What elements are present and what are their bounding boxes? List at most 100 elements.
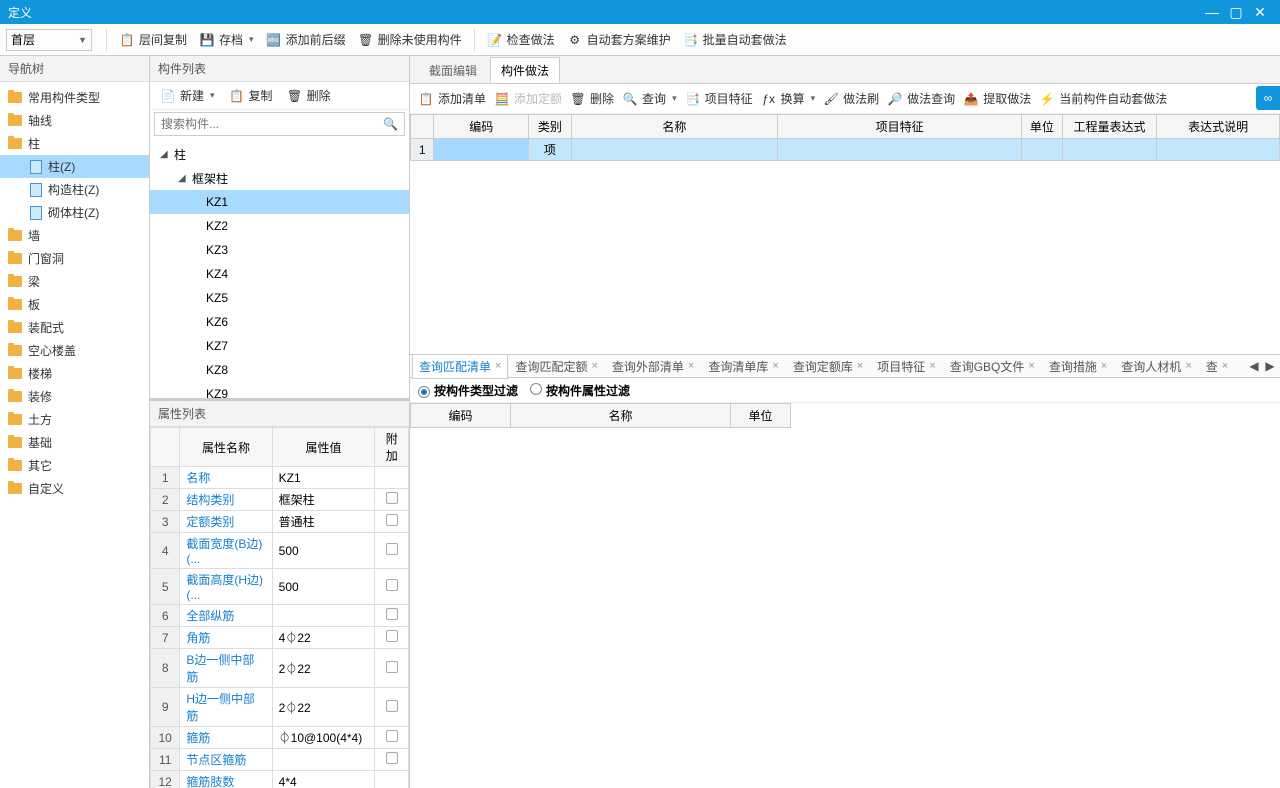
- delete-button[interactable]: 🗑删除: [281, 84, 337, 108]
- nav-item[interactable]: 柱: [0, 132, 149, 155]
- checkbox[interactable]: [386, 579, 398, 591]
- bottom-tab[interactable]: 查询匹配清单×: [412, 354, 508, 379]
- close-icon[interactable]: ×: [929, 360, 935, 372]
- cell-category[interactable]: 项: [529, 139, 571, 161]
- property-row[interactable]: 5截面高度(H边)(...500: [151, 569, 409, 605]
- close-icon[interactable]: ×: [1185, 360, 1191, 372]
- filter-by-prop[interactable]: 按构件属性过滤: [530, 382, 630, 399]
- batch-auto-button[interactable]: 📑批量自动套做法: [677, 28, 793, 52]
- nav-item[interactable]: 楼梯: [0, 362, 149, 385]
- bottom-tab[interactable]: 项目特征×: [870, 354, 942, 379]
- nav-subitem[interactable]: 构造柱(Z): [0, 178, 149, 201]
- property-row[interactable]: 12箍筋肢数4*4: [151, 771, 409, 788]
- property-row[interactable]: 8B边一侧中部筋2⏀22: [151, 649, 409, 688]
- toolbar-btn-5[interactable]: ƒx换算▾: [757, 87, 820, 111]
- property-row[interactable]: 2结构类别框架柱: [151, 489, 409, 511]
- scroll-right[interactable]: ▶: [1262, 359, 1278, 373]
- component-item[interactable]: KZ5: [150, 286, 409, 310]
- delete-unused-button[interactable]: 🗑删除未使用构件: [352, 28, 468, 52]
- cell-name[interactable]: [571, 139, 778, 161]
- properties-table[interactable]: 属性名称属性值附加1名称KZ12结构类别框架柱3定额类别普通柱4截面宽度(B边)…: [150, 427, 409, 788]
- cell-expr[interactable]: [1062, 139, 1157, 161]
- nav-item[interactable]: 梁: [0, 270, 149, 293]
- method-grid[interactable]: 编码类别名称项目特征单位工程量表达式表达式说明 1 项: [410, 114, 1280, 161]
- copy-between-floors-button[interactable]: 📋层间复制: [113, 28, 193, 52]
- cell-unit[interactable]: [1022, 139, 1063, 161]
- toolbar-btn-6[interactable]: 🖌做法刷: [819, 87, 883, 111]
- nav-item[interactable]: 轴线: [0, 109, 149, 132]
- component-item[interactable]: KZ3: [150, 238, 409, 262]
- tab-section-edit[interactable]: 截面编辑: [418, 57, 488, 83]
- close-icon[interactable]: ×: [857, 360, 863, 372]
- nav-item[interactable]: 常用构件类型: [0, 86, 149, 109]
- close-icon[interactable]: ×: [1028, 360, 1034, 372]
- component-item[interactable]: KZ1: [150, 190, 409, 214]
- component-item[interactable]: KZ9: [150, 382, 409, 398]
- close-button[interactable]: ✕: [1248, 4, 1272, 21]
- bottom-tab[interactable]: 查询GBQ文件×: [943, 354, 1042, 379]
- toolbar-btn-0[interactable]: 📋添加清单: [414, 87, 490, 111]
- bottom-tab[interactable]: 查询人材机×: [1114, 354, 1198, 379]
- checkbox[interactable]: [386, 608, 398, 620]
- toolbar-btn-4[interactable]: 📑项目特征: [681, 87, 757, 111]
- close-icon[interactable]: ×: [1101, 360, 1107, 372]
- bottom-tab[interactable]: 查询外部清单×: [605, 354, 701, 379]
- checkbox[interactable]: [386, 543, 398, 555]
- nav-item[interactable]: 板: [0, 293, 149, 316]
- bottom-tab[interactable]: 查询定额库×: [786, 354, 870, 379]
- tab-component-method[interactable]: 构件做法: [490, 57, 560, 83]
- add-prefix-suffix-button[interactable]: 🔤添加前后缀: [260, 28, 352, 52]
- nav-item[interactable]: 门窗洞: [0, 247, 149, 270]
- close-icon[interactable]: ×: [688, 360, 694, 372]
- bottom-tab[interactable]: 查询匹配定额×: [508, 354, 604, 379]
- bottom-tab[interactable]: 查询清单库×: [701, 354, 785, 379]
- close-icon[interactable]: ×: [1222, 360, 1228, 372]
- property-row[interactable]: 4截面宽度(B边)(...500: [151, 533, 409, 569]
- property-row[interactable]: 3定额类别普通柱: [151, 511, 409, 533]
- search-box[interactable]: 🔍: [154, 112, 405, 136]
- property-row[interactable]: 1名称KZ1: [151, 467, 409, 489]
- filter-by-type[interactable]: 按构件类型过滤: [418, 382, 518, 399]
- query-result-grid[interactable]: 编码名称单位: [410, 403, 791, 428]
- component-item[interactable]: KZ4: [150, 262, 409, 286]
- bottom-tab[interactable]: 查询措施×: [1042, 354, 1114, 379]
- checkbox[interactable]: [386, 492, 398, 504]
- nav-item[interactable]: 其它: [0, 454, 149, 477]
- nav-item[interactable]: 空心楼盖: [0, 339, 149, 362]
- cloud-button[interactable]: ∞: [1256, 86, 1280, 110]
- toolbar-btn-8[interactable]: 📤提取做法: [959, 87, 1035, 111]
- scroll-left[interactable]: ◀: [1246, 359, 1262, 373]
- component-item[interactable]: KZ6: [150, 310, 409, 334]
- toolbar-btn-7[interactable]: 🔎做法查询: [883, 87, 959, 111]
- property-row[interactable]: 11节点区箍筋: [151, 749, 409, 771]
- nav-subitem[interactable]: 砌体柱(Z): [0, 201, 149, 224]
- nav-item[interactable]: 基础: [0, 431, 149, 454]
- check-method-button[interactable]: 📝检查做法: [481, 28, 561, 52]
- nav-item[interactable]: 自定义: [0, 477, 149, 500]
- close-icon[interactable]: ×: [591, 360, 597, 372]
- cell-code[interactable]: [434, 139, 529, 161]
- new-button[interactable]: 📄新建▾: [154, 84, 221, 108]
- checkbox[interactable]: [386, 630, 398, 642]
- component-item[interactable]: KZ7: [150, 334, 409, 358]
- checkbox[interactable]: [386, 730, 398, 742]
- cell-feature[interactable]: [778, 139, 1022, 161]
- close-icon[interactable]: ×: [495, 360, 501, 372]
- component-item[interactable]: KZ8: [150, 358, 409, 382]
- nav-item[interactable]: 墙: [0, 224, 149, 247]
- component-item[interactable]: KZ2: [150, 214, 409, 238]
- toolbar-btn-1[interactable]: 🧮添加定额: [490, 87, 566, 111]
- close-icon[interactable]: ×: [772, 360, 778, 372]
- nav-item[interactable]: 装修: [0, 385, 149, 408]
- tree-root[interactable]: ◢柱: [150, 142, 409, 166]
- auto-scheme-button[interactable]: ⚙自动套方案维护: [561, 28, 677, 52]
- cell-expr-desc[interactable]: [1157, 139, 1280, 161]
- maximize-button[interactable]: ▢: [1224, 4, 1248, 21]
- nav-item[interactable]: 土方: [0, 408, 149, 431]
- toolbar-btn-3[interactable]: 🔍查询▾: [618, 87, 681, 111]
- minimize-button[interactable]: —: [1200, 4, 1224, 20]
- property-row[interactable]: 7角筋4⏀22: [151, 627, 409, 649]
- floor-select[interactable]: 首层 ▼: [6, 29, 92, 51]
- toolbar-btn-9[interactable]: ⚡当前构件自动套做法: [1035, 87, 1171, 111]
- search-input[interactable]: [161, 117, 383, 131]
